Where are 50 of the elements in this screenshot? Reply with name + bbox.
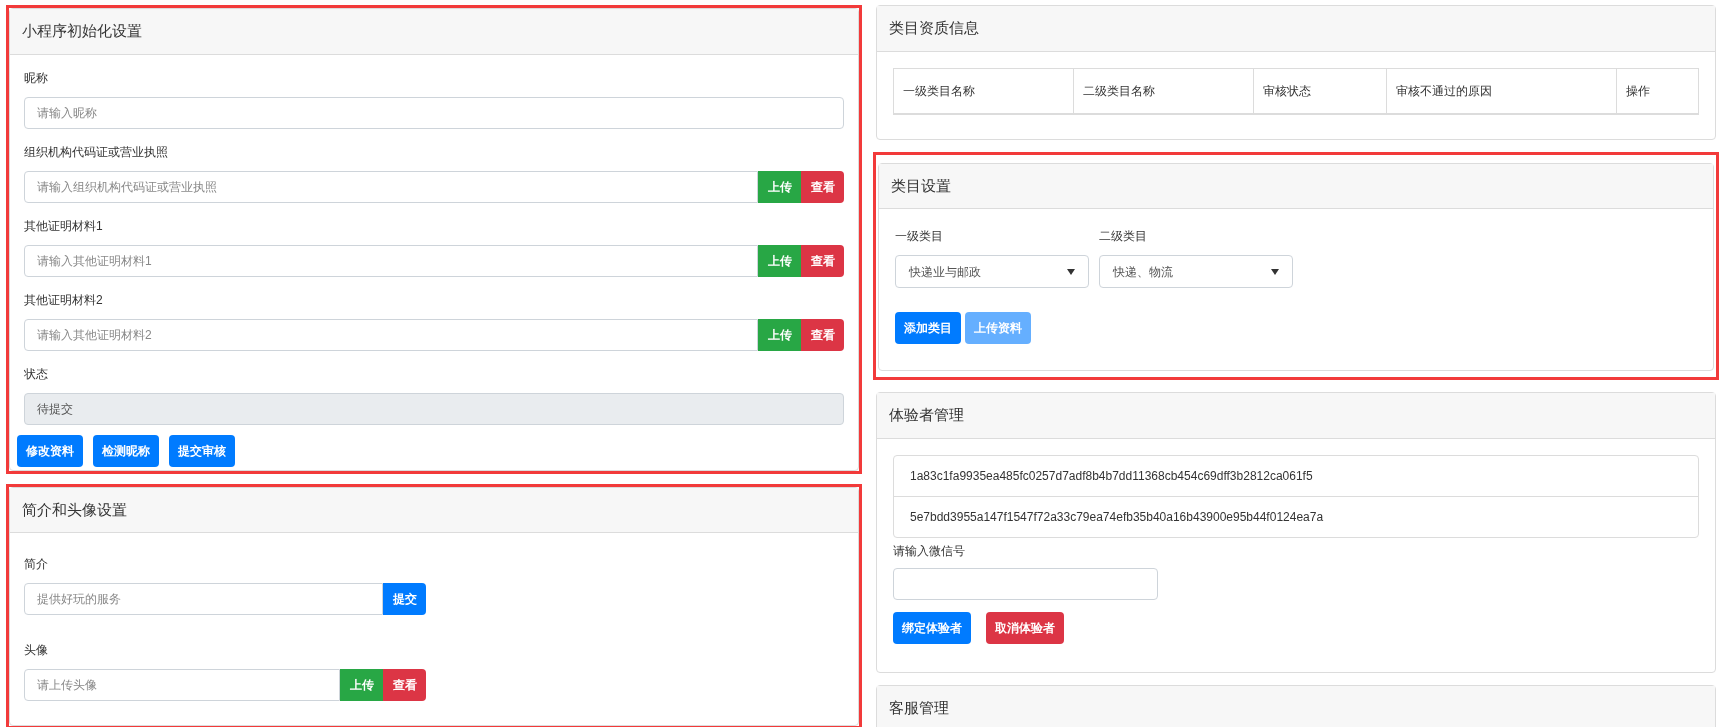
status-field: 待提交	[24, 392, 844, 425]
column-header: 一级类目名称	[894, 68, 1074, 113]
tester-id: 1a83c1fa9935ea485fc0257d7adf8b4b7dd11368cb454c69dff3b2812ca061f5	[894, 455, 1698, 497]
field-label: 头像	[24, 642, 49, 659]
card-title: 类目设置	[879, 163, 1713, 209]
action-button[interactable]: 上传	[340, 669, 383, 701]
input-field[interactable]: 请上传头像	[24, 669, 340, 701]
card-title: 小程序初始化设置	[10, 9, 858, 55]
input-field[interactable]	[893, 567, 1158, 600]
input-field[interactable]: 请输入昵称	[24, 96, 844, 129]
field-label: 其他证明材料2	[24, 291, 104, 309]
field-label: 二级类目	[1099, 228, 1148, 245]
card-title: 类目资质信息	[877, 6, 1715, 52]
action-button[interactable]: 查看	[383, 669, 426, 701]
action-button[interactable]: 取消体验者	[986, 611, 1064, 644]
action-button[interactable]: 上传	[758, 244, 801, 277]
card-title: 简介和头像设置	[10, 487, 858, 533]
select-dropdown[interactable]: 快递、物流	[1099, 255, 1293, 288]
field-label: 昵称	[24, 69, 49, 87]
column-header: 二级类目名称	[1074, 68, 1254, 113]
action-button[interactable]: 绑定体验者	[893, 611, 971, 644]
select-dropdown[interactable]: 快递业与邮政	[895, 255, 1089, 288]
column-header: 审核状态	[1254, 68, 1387, 113]
field-label: 状态	[24, 365, 49, 383]
action-button[interactable]: 检测昵称	[93, 434, 159, 467]
input-field[interactable]: 请输入其他证明材料2	[24, 318, 758, 351]
input-field[interactable]: 请输入其他证明材料1	[24, 244, 758, 277]
column-header: 审核不通过的原因	[1387, 68, 1617, 113]
card-title: 客服管理	[877, 685, 1715, 727]
action-button[interactable]: 添加类目	[895, 312, 961, 344]
column-header: 操作	[1625, 82, 1651, 100]
card-title: 体验者管理	[877, 393, 1715, 439]
action-button[interactable]: 查看	[801, 318, 844, 351]
field-label: 一级类目	[895, 228, 944, 245]
input-field[interactable]: 请输入组织机构代码证或营业执照	[24, 170, 758, 203]
action-button[interactable]: 查看	[801, 170, 844, 203]
field-label: 简介	[24, 556, 49, 573]
action-button[interactable]: 查看	[801, 244, 844, 277]
field-label: 请输入微信号	[893, 542, 966, 560]
action-button[interactable]: 提交	[383, 583, 426, 615]
action-button[interactable]: 上传	[758, 318, 801, 351]
tester-id: 5e7bdd3955a147f1547f72a33c79ea74efb35b40a16b43900e95b44f0124ea7a	[909, 508, 1325, 526]
action-button[interactable]: 上传	[758, 170, 801, 203]
field-label: 组织机构代码证或营业执照	[24, 143, 169, 161]
input-field[interactable]: 提供好玩的服务	[24, 583, 383, 615]
action-button[interactable]: 修改资料	[17, 434, 83, 467]
caret-icon	[1067, 268, 1075, 275]
field-label: 其他证明材料1	[24, 217, 104, 235]
action-button[interactable]: 提交审核	[169, 434, 235, 467]
caret-icon	[1271, 268, 1279, 275]
